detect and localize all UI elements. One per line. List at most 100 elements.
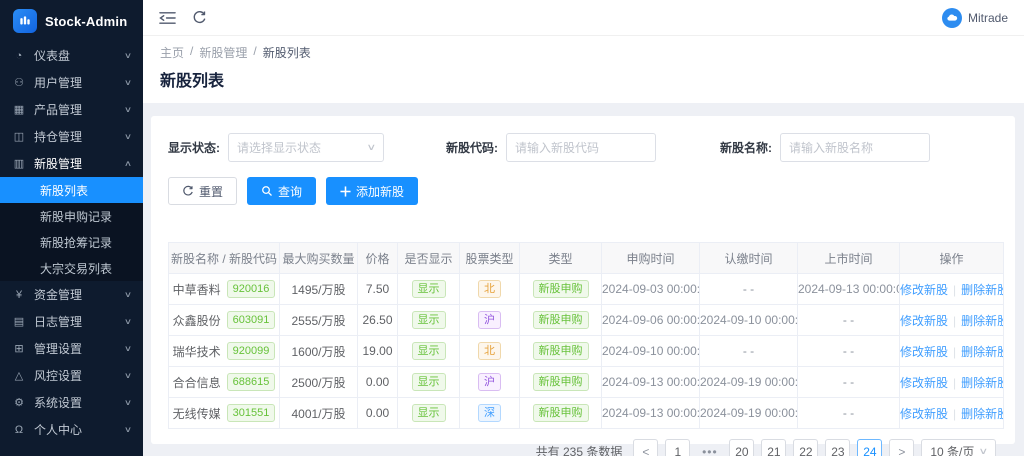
sidebar-item-logs[interactable]: ▤日志管理∨: [0, 308, 143, 335]
code-filter-label: 新股代码:: [446, 139, 498, 156]
apply-time-cell: 2024-09-03 00:00:00: [602, 274, 700, 305]
edit-stock-link[interactable]: 修改新股: [900, 376, 948, 390]
sidebar-subitem[interactable]: 新股列表: [0, 177, 143, 203]
table-header-cell: 申购时间: [602, 243, 700, 274]
risk-icon: △: [12, 369, 26, 382]
admin-settings-icon: ⊞: [12, 342, 26, 355]
max-buy-cell: 1495/万股: [280, 274, 358, 305]
reset-button-label: 重置: [199, 183, 223, 200]
sidebar-subitem[interactable]: 大宗交易列表: [0, 255, 143, 281]
page-button[interactable]: 23: [825, 439, 850, 456]
page-size-value: 10 条/页: [930, 443, 974, 456]
app-logo-icon: [13, 9, 37, 33]
breadcrumb: 主页/新股管理/新股列表: [160, 44, 1007, 61]
avatar: [942, 8, 962, 28]
edit-stock-link[interactable]: 修改新股: [900, 407, 948, 421]
name-input[interactable]: [780, 133, 930, 162]
user-menu[interactable]: Mitrade: [942, 8, 1008, 28]
filter-name: 新股名称:: [720, 133, 930, 162]
status-filter-label: 显示状态:: [168, 139, 220, 156]
code-input[interactable]: [506, 133, 656, 162]
price-cell: 0.00: [358, 367, 398, 398]
breadcrumb-item[interactable]: 主页: [160, 44, 184, 61]
edit-stock-link[interactable]: 修改新股: [900, 314, 948, 328]
app-logo: Stock-Admin: [0, 0, 143, 42]
page-button[interactable]: 24: [857, 439, 882, 456]
search-button[interactable]: 查询: [247, 177, 316, 205]
type-cell: 新股申购: [520, 367, 602, 398]
market-tag: 北: [478, 280, 501, 298]
collapse-sidebar-icon[interactable]: [159, 11, 176, 25]
edit-stock-link[interactable]: 修改新股: [900, 345, 948, 359]
market-cell: 沪: [460, 367, 520, 398]
page-button[interactable]: 20: [729, 439, 754, 456]
action-separator: |: [953, 407, 956, 421]
market-tag: 沪: [478, 373, 501, 391]
reset-button[interactable]: 重置: [168, 177, 237, 205]
table-header-row: 新股名称 / 新股代码最大购买数量价格是否显示股票类型类型申购时间认缴时间上市时…: [169, 243, 1004, 274]
page-button[interactable]: 21: [761, 439, 786, 456]
page-button[interactable]: 1: [665, 439, 690, 456]
sidebar-item-users[interactable]: ⚇用户管理∨: [0, 69, 143, 96]
page-button[interactable]: 22: [793, 439, 818, 456]
filter-bar: 显示状态: 请选择显示状态 ∨ 新股代码: 新股名称:: [168, 133, 998, 162]
visible-cell: 显示: [398, 398, 460, 429]
delete-stock-link[interactable]: 删除新股: [961, 283, 1003, 297]
stock-code-tag: 920099: [227, 342, 276, 360]
apply-time-cell: 2024-09-06 00:00:00: [602, 305, 700, 336]
type-tag: 新股申购: [533, 404, 589, 422]
sidebar-item-label: 仪表盘: [34, 47, 117, 64]
positions-icon: ◫: [12, 130, 26, 143]
sidebar-item-positions[interactable]: ◫持仓管理∨: [0, 123, 143, 150]
type-cell: 新股申购: [520, 398, 602, 429]
status-select[interactable]: 请选择显示状态 ∨: [228, 133, 384, 162]
user-name: Mitrade: [968, 11, 1008, 25]
type-tag: 新股申购: [533, 311, 589, 329]
sidebar-item-profile[interactable]: Ω个人中心∨: [0, 416, 143, 443]
list-time-cell: - -: [798, 336, 900, 367]
delete-stock-link[interactable]: 删除新股: [961, 314, 1003, 328]
chevron-down-icon: ∨: [124, 371, 132, 380]
dashboard-icon: ◔: [12, 50, 26, 62]
sidebar-item-risk[interactable]: △风控设置∨: [0, 362, 143, 389]
max-buy-cell: 2500/万股: [280, 367, 358, 398]
add-stock-button[interactable]: 添加新股: [326, 177, 418, 205]
market-cell: 沪: [460, 305, 520, 336]
page-size-select[interactable]: 10 条/页 ∨: [921, 439, 996, 456]
delete-stock-link[interactable]: 删除新股: [961, 376, 1003, 390]
sidebar: Stock-Admin ◔ 仪表盘 ∨ ⚇用户管理∨▦产品管理∨◫持仓管理∨▥新股管理…: [0, 0, 143, 456]
actions-cell: 修改新股 | 删除新股: [900, 274, 1004, 305]
sidebar-item-funds[interactable]: ¥资金管理∨: [0, 281, 143, 308]
apply-time-cell: 2024-09-13 00:00:00: [602, 367, 700, 398]
refresh-icon[interactable]: [192, 10, 207, 25]
stock-name: 无线传媒: [173, 405, 221, 422]
chevron-down-icon: ∨: [124, 105, 132, 114]
stock-name-cell: 合合信息688615: [169, 367, 280, 398]
edit-stock-link[interactable]: 修改新股: [900, 283, 948, 297]
prev-page-button[interactable]: <: [633, 439, 658, 456]
action-separator: |: [953, 345, 956, 359]
max-buy-cell: 1600/万股: [280, 336, 358, 367]
sidebar-item-dashboard[interactable]: ◔ 仪表盘 ∨: [0, 42, 143, 69]
delete-stock-link[interactable]: 删除新股: [961, 407, 1003, 421]
sidebar-item-ipo[interactable]: ▥新股管理∧: [0, 150, 143, 177]
pagination-ellipsis[interactable]: •••: [697, 439, 722, 456]
delete-stock-link[interactable]: 删除新股: [961, 345, 1003, 359]
list-time-cell: - -: [798, 398, 900, 429]
chevron-down-icon: ∨: [124, 344, 132, 353]
sidebar-item-admin-settings[interactable]: ⊞管理设置∨: [0, 335, 143, 362]
chevron-down-icon: ∨: [124, 51, 132, 60]
breadcrumb-item[interactable]: 新股管理: [199, 44, 247, 61]
sidebar-item-label: 资金管理: [34, 286, 117, 303]
pay-time-cell: 2024-09-19 00:00:00: [700, 398, 798, 429]
type-tag: 新股申购: [533, 342, 589, 360]
sidebar-item-label: 新股管理: [34, 155, 117, 172]
sidebar-subitem[interactable]: 新股申购记录: [0, 203, 143, 229]
action-separator: |: [953, 283, 956, 297]
sidebar-subitem[interactable]: 新股抢筹记录: [0, 229, 143, 255]
pay-time-cell: - -: [700, 274, 798, 305]
sidebar-item-system-settings[interactable]: ⚙系统设置∨: [0, 389, 143, 416]
sidebar-item-products[interactable]: ▦产品管理∨: [0, 96, 143, 123]
next-page-button[interactable]: >: [889, 439, 914, 456]
visible-tag: 显示: [412, 373, 446, 391]
